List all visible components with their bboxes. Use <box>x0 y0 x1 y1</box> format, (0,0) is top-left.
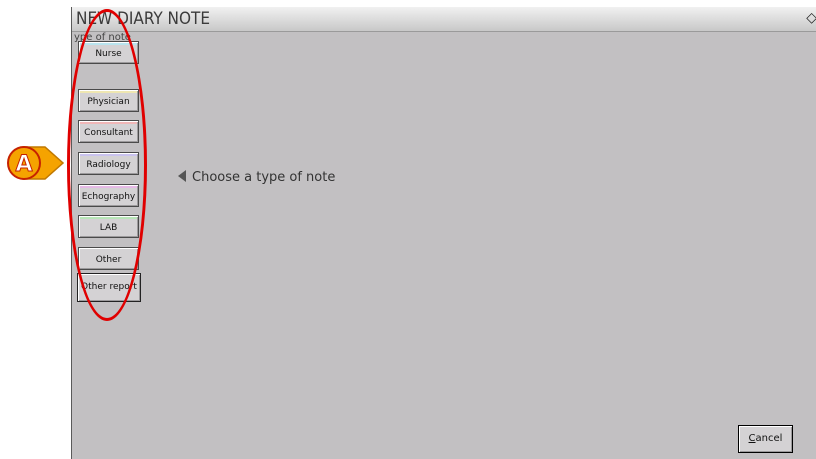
dialog-title: NEW DIARY NOTE <box>76 9 211 29</box>
cancel-button[interactable]: Cancel <box>738 425 793 453</box>
note-type-button-consultant[interactable]: Consultant <box>78 120 139 143</box>
note-type-button-echography[interactable]: Echography <box>78 184 139 207</box>
marker-letter: A <box>15 152 32 177</box>
note-type-label: Other <box>95 255 122 265</box>
note-type-button-radiology[interactable]: Radiology <box>78 152 139 175</box>
new-diary-note-dialog: NEW DIARY NOTE ◇ ype of note Nurse Physi… <box>71 7 816 459</box>
note-type-label: Nurse <box>95 49 122 59</box>
cancel-label: ancel <box>755 433 783 444</box>
note-type-button-nurse[interactable]: Nurse <box>78 41 139 64</box>
note-type-label: LAB <box>99 223 118 233</box>
annotation-marker-a: A <box>7 146 65 180</box>
note-type-button-physician[interactable]: Physician <box>78 89 139 112</box>
choose-note-hint: Choose a type of note <box>178 170 335 185</box>
hint-text: Choose a type of note <box>192 170 336 185</box>
other-report-button[interactable]: Other report <box>77 273 141 302</box>
chevron-left-icon[interactable]: ◇ <box>806 10 816 26</box>
note-type-button-lab[interactable]: LAB <box>78 215 139 238</box>
marker-arrow-shape <box>22 146 65 180</box>
note-type-button-other[interactable]: Other <box>78 247 139 270</box>
cancel-accelerator: C <box>748 433 756 444</box>
note-type-label: Echography <box>81 192 136 202</box>
marker-circle <box>7 146 41 180</box>
title-bar: NEW DIARY NOTE ◇ <box>72 7 816 32</box>
triangle-left-icon <box>178 170 186 182</box>
note-type-label: Physician <box>87 97 130 107</box>
note-type-label: Consultant <box>84 128 133 138</box>
note-type-label: Radiology <box>86 160 131 170</box>
